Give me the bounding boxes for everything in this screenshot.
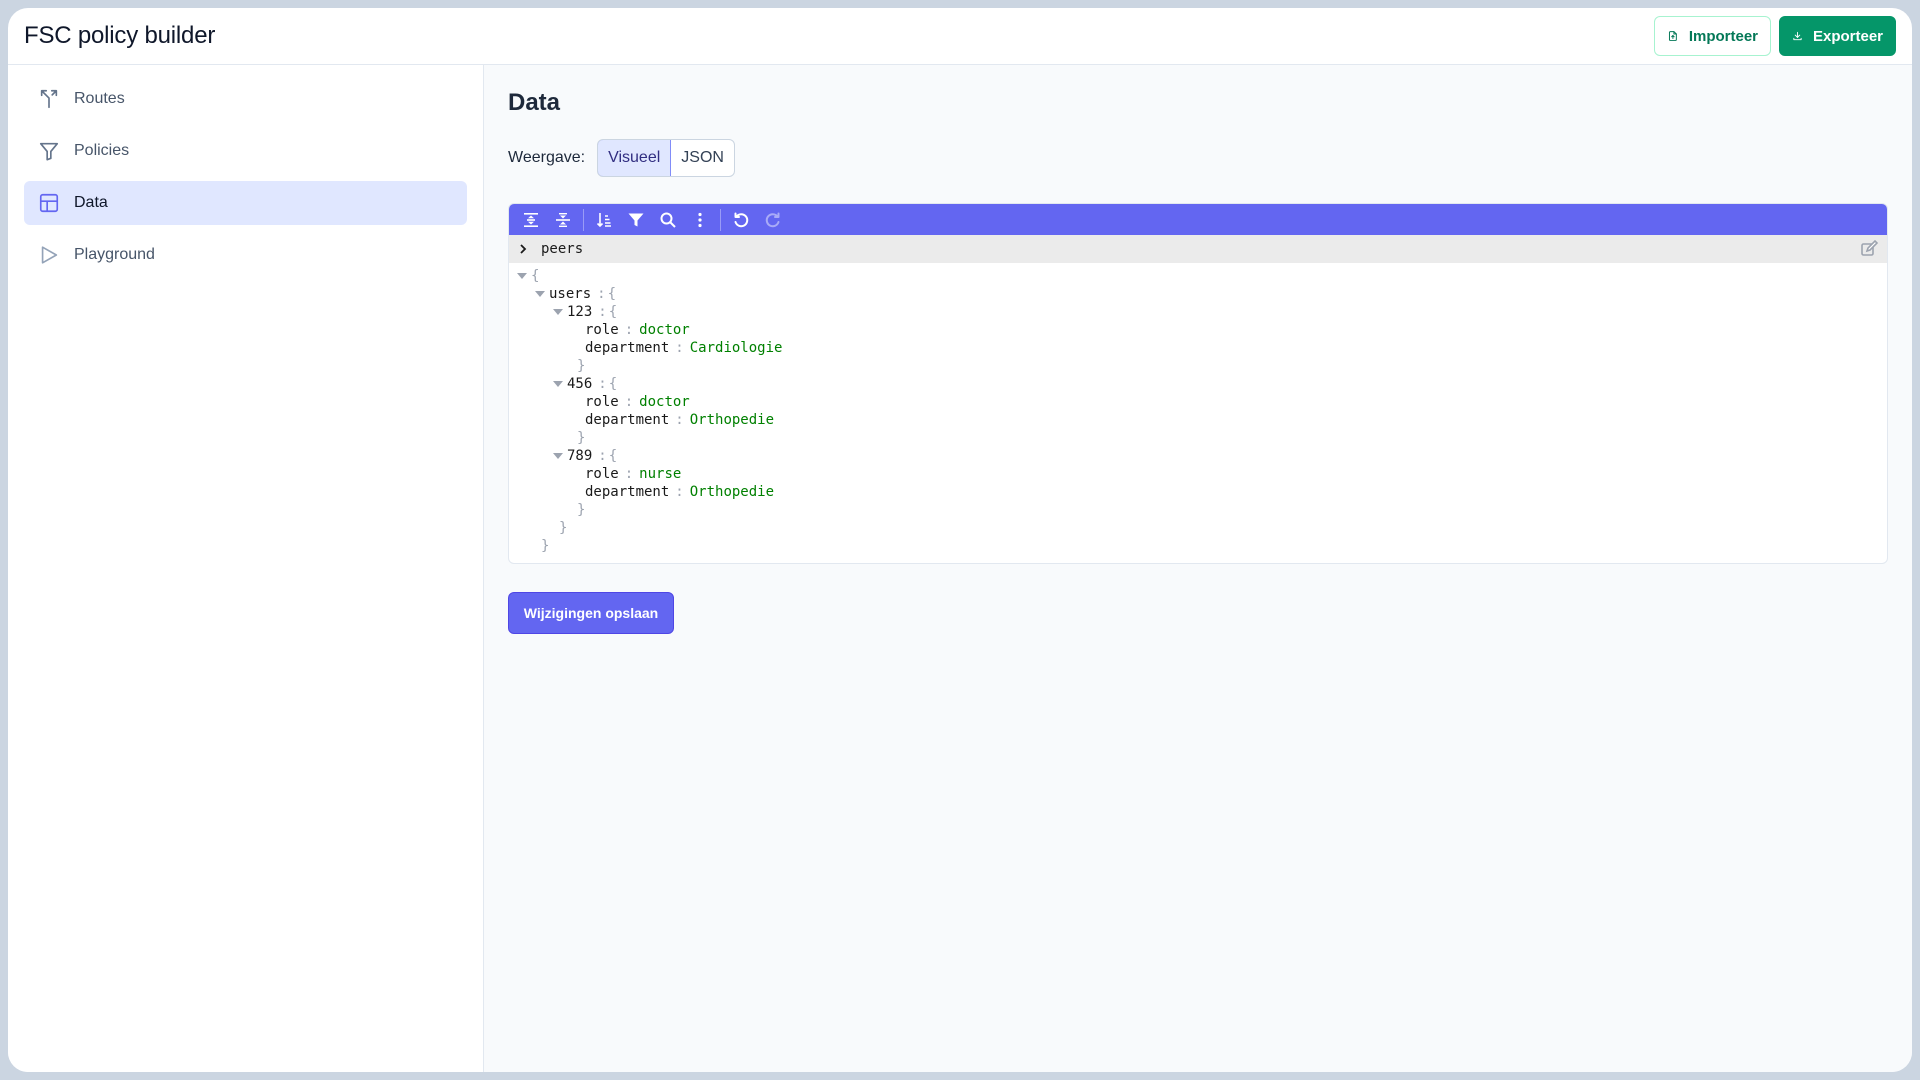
import-button[interactable]: Importeer <box>1654 16 1771 56</box>
tree-row-close: } <box>541 538 550 554</box>
tree-row-close: } <box>559 520 568 536</box>
json-editor: peers { users : {123: {role: doctor … <box>508 203 1888 564</box>
main-content: Data Weergave: Visueel JSON peers {user… <box>484 65 1912 1072</box>
app-title: FSC policy builder <box>24 22 216 49</box>
toolbar-divider <box>720 208 721 231</box>
sidebar-item-data[interactable]: Data <box>24 181 467 225</box>
tree-value[interactable]: doctor <box>639 321 690 339</box>
collapse-all-icon <box>556 212 570 227</box>
tree-row-user: 456 : { <box>513 375 1887 393</box>
toolbar-divider <box>583 208 584 231</box>
tree-value[interactable]: Orthopedie <box>690 483 774 501</box>
more-button[interactable] <box>684 204 716 235</box>
tree-row-field: department : Orthopedie <box>585 483 775 501</box>
play-icon <box>41 246 58 264</box>
tree-row-field: department : Orthopedie <box>585 411 775 429</box>
sort-button[interactable] <box>588 204 620 235</box>
tree-row-close: } <box>577 430 586 446</box>
sidebar-item-label: Policies <box>74 142 130 159</box>
tree-key[interactable]: department <box>585 483 669 501</box>
undo-icon <box>734 212 749 227</box>
expand-all-icon <box>524 212 538 227</box>
table-icon <box>39 193 59 213</box>
export-button[interactable]: Exporteer <box>1779 16 1896 56</box>
more-icon <box>698 212 702 227</box>
filter-icon <box>39 142 59 161</box>
collapse-all-button[interactable] <box>547 204 579 235</box>
caret-down-icon[interactable] <box>549 308 567 316</box>
import-label: Importeer <box>1688 27 1758 45</box>
app-window: FSC policy builder Importeer Exporteer R… <box>8 8 1912 1072</box>
view-option-visual[interactable]: Visueel <box>598 140 672 176</box>
breadcrumb[interactable]: peers <box>541 241 1859 257</box>
tree-key[interactable]: role <box>585 393 619 411</box>
tree-row-user: 789 : { <box>513 447 1887 465</box>
sidebar: Routes Policies Data Playground <box>8 65 484 1072</box>
tree-key[interactable]: department <box>585 339 669 357</box>
sort-icon <box>596 212 611 227</box>
save-changes-button[interactable]: Wijzigingen opslaan <box>508 592 674 634</box>
filter-icon <box>628 213 644 226</box>
json-tree: { users : { 123 : {role: doctor depart… <box>509 263 1887 563</box>
download-icon <box>1793 31 1802 41</box>
sidebar-item-label: Routes <box>74 90 125 107</box>
chevron-right-icon[interactable] <box>517 243 535 255</box>
tree-row-field: role : doctor <box>585 393 690 411</box>
view-label: Weergave: <box>508 149 586 166</box>
tree-row-field: department : Cardiologie <box>585 339 783 357</box>
tree-row-close: } <box>577 358 586 374</box>
tree-row-field: role : doctor <box>585 321 690 339</box>
redo-button[interactable] <box>757 204 789 235</box>
page-title: Data <box>508 89 561 116</box>
tree-row-close: } <box>577 502 586 518</box>
view-toggle-row: Weergave: Visueel JSON <box>508 139 1888 177</box>
caret-down-icon[interactable] <box>549 380 567 388</box>
split-route-icon <box>40 89 58 109</box>
redo-icon <box>765 212 780 227</box>
app-header: FSC policy builder Importeer Exporteer <box>8 8 1912 65</box>
sidebar-item-label: Playground <box>74 246 155 263</box>
caret-down-icon[interactable] <box>549 452 567 460</box>
editor-navigation-bar: peers <box>509 235 1887 263</box>
filter-button[interactable] <box>620 204 652 235</box>
tree-key[interactable]: role <box>585 465 619 483</box>
undo-button[interactable] <box>725 204 757 235</box>
tree-value[interactable]: nurse <box>639 465 681 483</box>
export-label: Exporteer <box>1812 27 1883 45</box>
caret-down-icon[interactable] <box>531 290 549 298</box>
file-upload-icon <box>1668 31 1677 41</box>
tree-row-field: role : nurse <box>585 465 682 483</box>
tree-value[interactable]: Cardiologie <box>690 339 783 357</box>
tree-row-users: users : { <box>513 285 1887 303</box>
tree-key[interactable]: 789 <box>567 447 592 465</box>
edit-icon[interactable] <box>1859 239 1879 259</box>
tree-key[interactable]: 456 <box>567 375 592 393</box>
search-icon <box>660 212 676 228</box>
expand-all-button[interactable] <box>515 204 547 235</box>
tree-key[interactable]: users <box>549 285 591 303</box>
tree-value[interactable]: Orthopedie <box>690 411 774 429</box>
header-actions: Importeer Exporteer <box>1654 16 1896 56</box>
editor-toolbar <box>509 204 1887 235</box>
view-option-json[interactable]: JSON <box>671 140 734 176</box>
tree-row-root: { <box>513 267 1887 285</box>
search-button[interactable] <box>652 204 684 235</box>
tree-key[interactable]: role <box>585 321 619 339</box>
sidebar-item-playground[interactable]: Playground <box>24 233 467 277</box>
tree-value[interactable]: doctor <box>639 393 690 411</box>
sidebar-item-routes[interactable]: Routes <box>24 77 467 121</box>
tree-row-user: 123 : { <box>513 303 1887 321</box>
view-toggle: Visueel JSON <box>597 139 735 177</box>
tree-key[interactable]: 123 <box>567 303 592 321</box>
tree-key[interactable]: department <box>585 411 669 429</box>
sidebar-item-policies[interactable]: Policies <box>24 129 467 173</box>
caret-down-icon[interactable] <box>513 272 531 280</box>
sidebar-item-label: Data <box>74 194 108 211</box>
